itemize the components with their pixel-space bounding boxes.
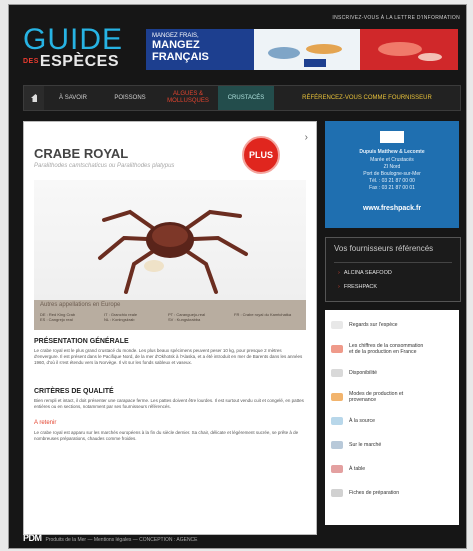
- history-text: Le crabe royal est apparu sur les marché…: [34, 430, 299, 441]
- banner-text-panel: MANGEZ FRAIS, MANGEZ FRANÇAIS: [146, 29, 254, 70]
- other-names-box: Autres appellations en Europe DE : Red K…: [34, 300, 306, 330]
- section-icon: [331, 489, 343, 497]
- banner-red-panel: [360, 29, 458, 70]
- side-link[interactable]: Fiches de préparation: [325, 482, 459, 504]
- general-text: Le crabe royal est le plus grand crustac…: [34, 348, 303, 365]
- product-card: › CRABE ROYAL Paralithodes camtschaticus…: [23, 121, 317, 535]
- logo-especes: DESESPÈCES: [23, 53, 123, 71]
- other-names-col: IT : Granchio reale NL : Koningskrab: [104, 312, 138, 322]
- section-icon: [331, 393, 343, 401]
- side-link[interactable]: À la source: [325, 410, 459, 432]
- nav-poissons[interactable]: POISSONS: [102, 86, 158, 110]
- section-icon: [331, 465, 343, 473]
- side-link-label: Disponibilité: [349, 370, 377, 376]
- header: GUIDE DESESPÈCES INSCRIVEZ-VOUS À LA LET…: [9, 5, 466, 83]
- crab-photo: [34, 180, 306, 300]
- history-subheading: A retenir: [34, 420, 57, 426]
- side-link[interactable]: Sur le marché: [325, 434, 459, 456]
- newsletter-link[interactable]: INSCRIVEZ-VOUS À LA LETTRE D'INFORMATION: [332, 15, 460, 21]
- ad-line: Marée et Crustacés: [370, 157, 414, 163]
- product-subtitle: Paralithodes camtschaticus ou Paralithod…: [34, 163, 175, 169]
- main-nav: À SAVOIR POISSONS ALGUES & MOLLUSQUES CR…: [23, 85, 461, 111]
- section-icon: [331, 345, 343, 353]
- supplier-link[interactable]: ALCINA SEAFOOD: [338, 270, 392, 276]
- section-icon: [331, 417, 343, 425]
- side-link-label: Sur le marché: [349, 442, 382, 448]
- nav-a-savoir[interactable]: À SAVOIR: [44, 86, 102, 110]
- page-frame: GUIDE DESESPÈCES INSCRIVEZ-VOUS À LA LET…: [8, 4, 467, 549]
- nav-referencez-vous[interactable]: RÉFÉRENCEZ-VOUS COMME FOURNISSEUR: [274, 86, 460, 110]
- logo-guide: GUIDE: [23, 23, 124, 56]
- side-link-label: Modes de production et provenance: [349, 391, 404, 403]
- other-names-col: DE : Red King Crab ES : Cangrejo real: [40, 312, 76, 322]
- side-link-label: À table: [349, 466, 366, 472]
- ad-line: Port de Boulogne-sur-Mer: [363, 171, 421, 177]
- product-title: CRABE ROYAL: [34, 146, 129, 161]
- side-link-label: Regards sur l'espèce: [349, 322, 398, 328]
- section-icon: [331, 369, 343, 377]
- plus-label: PLUS: [248, 150, 273, 160]
- ad-line: ZI Nord: [383, 164, 401, 170]
- next-arrow-icon[interactable]: ›: [305, 132, 308, 143]
- suppliers-divider: [334, 262, 452, 263]
- ad-line: Tél. : 03 21 87 00 00: [369, 178, 415, 184]
- footer-brand[interactable]: PDM: [23, 533, 42, 543]
- crab-icon: [98, 209, 248, 294]
- nav-home[interactable]: [24, 86, 44, 110]
- banner-big-text: MANGEZ FRANÇAIS: [152, 39, 209, 63]
- home-icon: [31, 94, 37, 102]
- fish-illustration-icon-2: [378, 42, 442, 61]
- general-heading: PRÉSENTATION GÉNÉRALE: [34, 338, 129, 345]
- suppliers-box: Vos fournisseurs référencés ALCINA SEAFO…: [325, 237, 461, 302]
- nav-crustaces[interactable]: CRUSTACÉS: [218, 86, 274, 110]
- side-link[interactable]: Les chiffres de la consommation et de la…: [325, 338, 459, 360]
- nav-algues-mollusques[interactable]: ALGUES & MOLLUSQUES: [158, 86, 218, 110]
- quality-heading: CRITÈRES DE QUALITÉ: [34, 388, 114, 395]
- fish-illustration-icon: [268, 44, 342, 67]
- ad-website-link[interactable]: www.freshpack.fr: [325, 205, 459, 212]
- side-link[interactable]: Regards sur l'espèce: [325, 314, 459, 336]
- footer-text: Produits de la Mer — Mentions légales — …: [45, 537, 198, 543]
- suppliers-heading: Vos fournisseurs référencés: [334, 244, 434, 253]
- logo-especes-text: ESPÈCES: [39, 53, 119, 71]
- logo-des: DES: [23, 58, 39, 65]
- side-link-label: Fiches de préparation: [349, 490, 400, 496]
- section-icon: [331, 441, 343, 449]
- banner-fish-image: [254, 29, 360, 70]
- ad-line: Fax : 03 21 87 00 01: [369, 185, 415, 191]
- side-link[interactable]: Modes de production et provenance: [325, 386, 459, 408]
- section-icon: [331, 321, 343, 329]
- footer: PDM Produits de la Mer — Mentions légales…: [23, 533, 198, 543]
- site-logo[interactable]: GUIDE DESESPÈCES: [23, 23, 124, 71]
- ad-company: Dupuis Matthew & Lecomte: [359, 149, 425, 155]
- side-link[interactable]: À table: [325, 458, 459, 480]
- side-links: Regards sur l'espèce Les chiffres de la …: [325, 310, 459, 525]
- supplier-link[interactable]: FRESHPACK: [338, 284, 377, 290]
- ad-banner[interactable]: MANGEZ FRAIS, MANGEZ FRANÇAIS: [146, 29, 458, 70]
- side-link[interactable]: Disponibilité: [325, 362, 459, 384]
- side-link-label: Les chiffres de la consommation et de la…: [349, 343, 424, 355]
- side-link-label: À la source: [349, 418, 375, 424]
- other-names-col: FR : Crabe royal du Kamtchatka: [234, 312, 292, 317]
- other-names-col: PT : Caranguejo-real SV : Kungskrabba: [168, 312, 206, 322]
- plus-button[interactable]: PLUS: [242, 136, 280, 174]
- other-names-title: Autres appellations en Europe: [40, 302, 121, 308]
- supplier-logo: [380, 131, 404, 143]
- quality-text: Bien rempli et intact, il doit présenter…: [34, 398, 304, 409]
- supplier-ad[interactable]: Dupuis Matthew & Lecomte Marée et Crusta…: [325, 121, 459, 228]
